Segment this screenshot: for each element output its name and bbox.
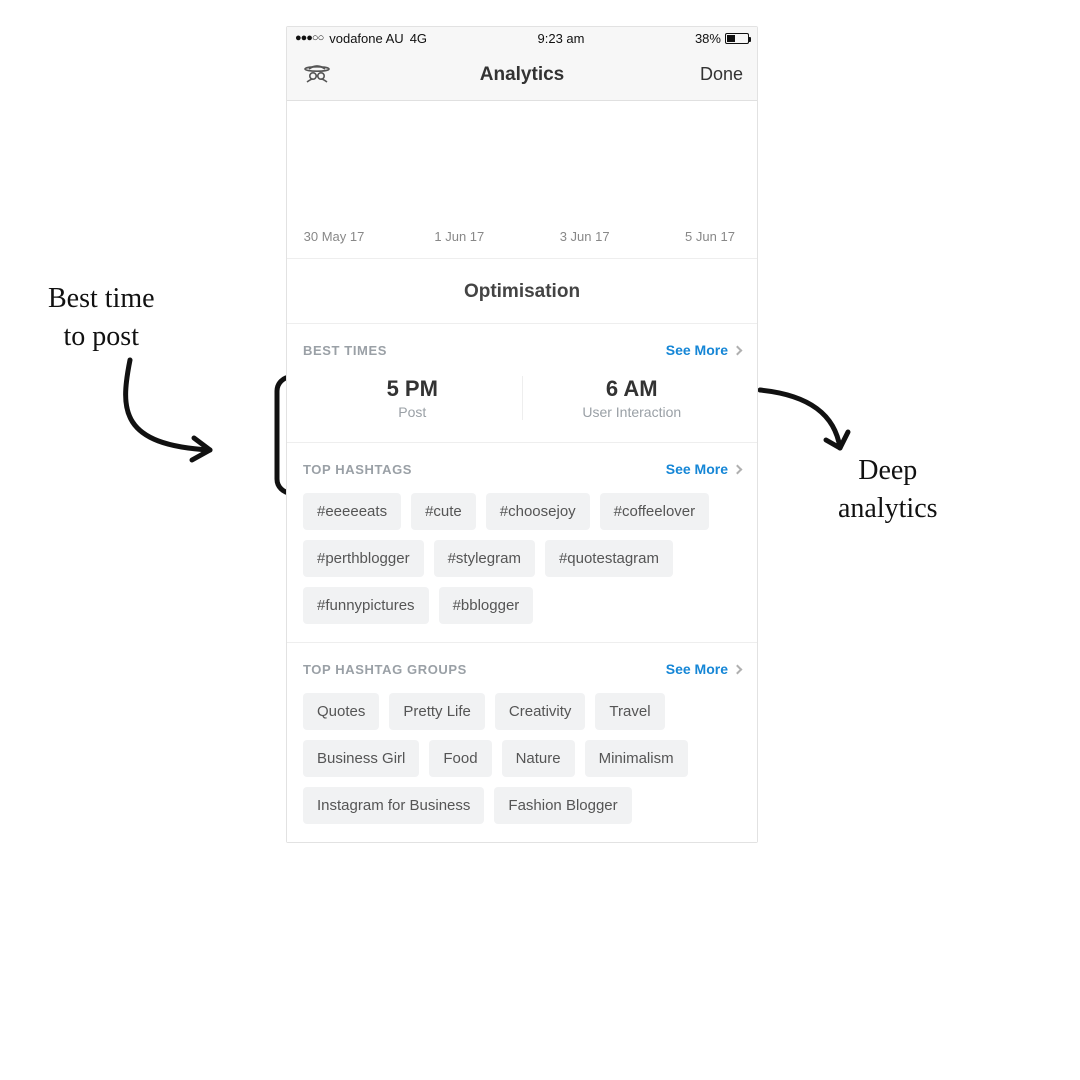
page-title: Analytics xyxy=(361,64,683,86)
phone-frame: ●●●○○ vodafone AU 4G 9:23 am 38% Anal xyxy=(286,26,758,843)
chevron-right-icon xyxy=(733,664,743,674)
chevron-right-icon xyxy=(733,464,743,474)
status-bar: ●●●○○ vodafone AU 4G 9:23 am 38% xyxy=(287,27,757,49)
chart-x-label: 1 Jun 17 xyxy=(424,229,494,244)
hashtag-chip[interactable]: #funnypictures xyxy=(303,587,429,624)
see-more-label: See More xyxy=(666,661,728,677)
top-hashtags-see-more[interactable]: See More xyxy=(666,461,741,477)
hashtag-chip[interactable]: #stylegram xyxy=(434,540,535,577)
best-time-post-label: Post xyxy=(303,404,522,420)
chevron-right-icon xyxy=(733,345,743,355)
battery-pct: 38% xyxy=(695,31,721,46)
spy-icon[interactable] xyxy=(301,56,333,93)
hashtag-group-chip[interactable]: Nature xyxy=(502,740,575,777)
top-groups-see-more[interactable]: See More xyxy=(666,661,741,677)
top-groups-heading: TOP HASHTAG GROUPS xyxy=(303,662,467,677)
hashtag-group-chip[interactable]: Quotes xyxy=(303,693,379,730)
activity-chart: 30 May 17 1 Jun 17 3 Jun 17 5 Jun 17 xyxy=(287,101,757,259)
best-time-post-value: 5 PM xyxy=(303,376,522,402)
hashtag-chip[interactable]: #perthblogger xyxy=(303,540,424,577)
chart-x-label: 30 May 17 xyxy=(299,229,369,244)
top-groups-panel: TOP HASHTAG GROUPS See More Quotes Pretty… xyxy=(287,643,757,842)
status-time: 9:23 am xyxy=(538,31,585,46)
hashtag-group-chip[interactable]: Food xyxy=(429,740,491,777)
best-times-panel: BEST TIMES See More 5 PM Post 6 AM User … xyxy=(287,324,757,443)
best-times-see-more[interactable]: See More xyxy=(666,342,741,358)
annotation-deep-analytics: Deepanalytics xyxy=(838,452,938,528)
best-time-interaction: 6 AM User Interaction xyxy=(523,376,742,420)
hashtag-group-chip[interactable]: Pretty Life xyxy=(389,693,485,730)
top-hashtags-heading: TOP HASHTAGS xyxy=(303,462,412,477)
best-times-heading: BEST TIMES xyxy=(303,343,387,358)
carrier-label: vodafone AU xyxy=(329,31,403,46)
network-label: 4G xyxy=(410,31,427,46)
hashtag-chip[interactable]: #bblogger xyxy=(439,587,534,624)
hashtag-group-chip[interactable]: Business Girl xyxy=(303,740,419,777)
hashtag-group-chip[interactable]: Instagram for Business xyxy=(303,787,484,824)
best-time-post: 5 PM Post xyxy=(303,376,523,420)
hashtag-group-chip[interactable]: Travel xyxy=(595,693,664,730)
chart-x-label: 3 Jun 17 xyxy=(550,229,620,244)
battery-icon xyxy=(725,33,749,44)
arrow-left-icon xyxy=(60,350,280,490)
optimisation-heading: Optimisation xyxy=(287,259,757,324)
hashtag-group-chip[interactable]: Minimalism xyxy=(585,740,688,777)
hashtag-chip[interactable]: #quotestagram xyxy=(545,540,673,577)
hashtag-chip[interactable]: #eeeeeats xyxy=(303,493,401,530)
hashtag-chip[interactable]: #cute xyxy=(411,493,476,530)
best-time-interaction-value: 6 AM xyxy=(523,376,742,402)
top-hashtags-panel: TOP HASHTAGS See More #eeeeeats #cute #cho… xyxy=(287,443,757,643)
done-button[interactable]: Done xyxy=(683,64,743,85)
best-time-interaction-label: User Interaction xyxy=(523,404,742,420)
nav-bar: Analytics Done xyxy=(287,49,757,101)
hashtag-chip[interactable]: #choosejoy xyxy=(486,493,590,530)
see-more-label: See More xyxy=(666,461,728,477)
hashtag-group-chip[interactable]: Creativity xyxy=(495,693,586,730)
chart-x-label: 5 Jun 17 xyxy=(675,229,745,244)
signal-dots-icon: ●●●○○ xyxy=(295,32,323,44)
hashtag-chip[interactable]: #coffeelover xyxy=(600,493,709,530)
annotation-best-time: Best timeto post xyxy=(48,280,155,356)
see-more-label: See More xyxy=(666,342,728,358)
hashtag-group-chip[interactable]: Fashion Blogger xyxy=(494,787,631,824)
